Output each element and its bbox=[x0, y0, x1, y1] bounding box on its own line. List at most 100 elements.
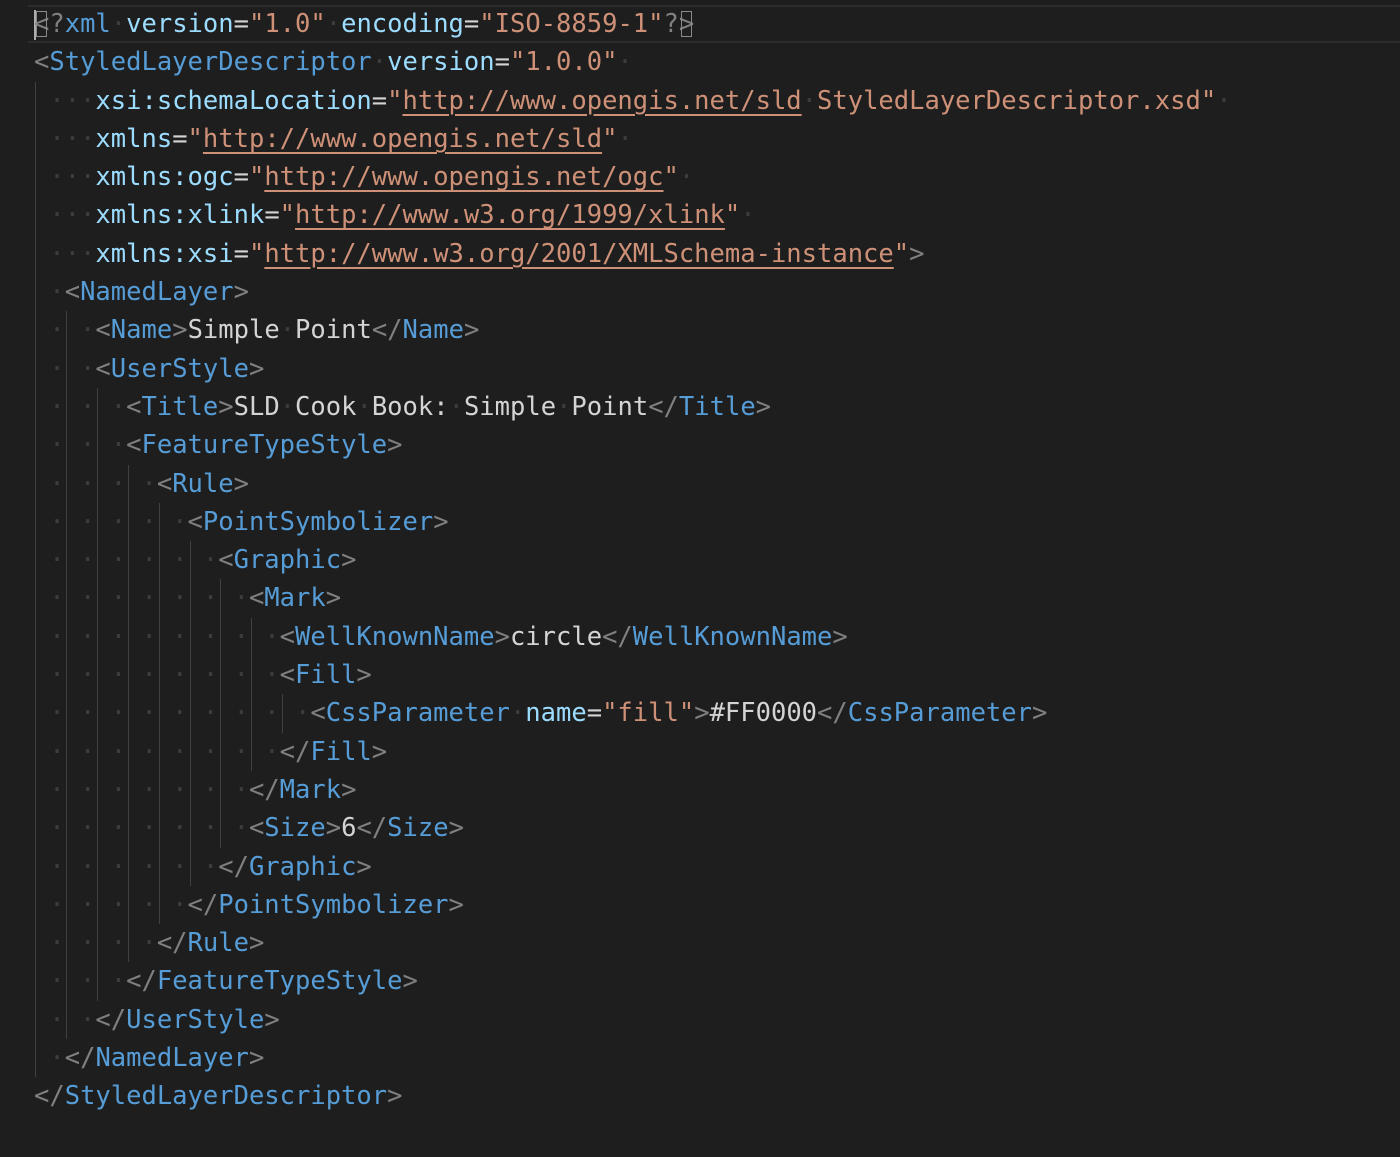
attribute-name: version bbox=[126, 9, 234, 39]
code-line[interactable]: · · · · · · · ·</Fill> bbox=[34, 732, 1232, 771]
punctuation: > bbox=[909, 238, 925, 269]
bracket-match: > bbox=[678, 9, 695, 39]
indent-guide bbox=[127, 809, 129, 848]
indent-guide bbox=[35, 273, 36, 312]
indent-guide bbox=[65, 464, 67, 503]
code-line[interactable]: · · · · · · ·</Mark> bbox=[34, 770, 1232, 810]
indent-whitespace: · · · · · bbox=[34, 506, 188, 537]
text-content: SLD bbox=[233, 391, 280, 422]
punctuation: > bbox=[448, 889, 464, 920]
punctuation: > bbox=[402, 966, 418, 997]
code-line[interactable]: · · · · · · ·<Mark> bbox=[34, 579, 1232, 618]
code-lines[interactable]: <?xml·version="1.0"·encoding="ISO-8859-1… bbox=[34, 5, 1232, 1116]
indent-guide bbox=[96, 924, 98, 963]
code-line[interactable]: · · · · · · · · ·<CssParameter·name="fil… bbox=[34, 694, 1232, 733]
indent-guide bbox=[158, 579, 160, 618]
code-line[interactable]: · · · · · · ·<Size>6</Size> bbox=[34, 809, 1232, 848]
code-line[interactable]: ·<NamedLayer> bbox=[34, 273, 1232, 312]
code-line[interactable]: · · ·<Title>SLD·Cook·Book:·Simple·Point<… bbox=[34, 387, 1232, 427]
indent-guide bbox=[35, 234, 36, 274]
indent-guide bbox=[127, 656, 129, 695]
indent-guide bbox=[35, 656, 36, 695]
code-line[interactable]: ···xmlns="http://www.opengis.net/sld"· bbox=[34, 119, 1232, 159]
indent-guide bbox=[35, 847, 36, 886]
code-line[interactable]: · · · · ·</PointSymbolizer> bbox=[34, 885, 1232, 925]
tag-name: Graphic bbox=[248, 851, 357, 882]
code-line[interactable]: · ·<UserStyle> bbox=[34, 349, 1232, 388]
whitespace-marker: · bbox=[448, 391, 464, 422]
indent-guide bbox=[220, 617, 222, 657]
tag-name: Name bbox=[402, 315, 464, 346]
code-line[interactable]: ···xmlns:ogc="http://www.opengis.net/ogc… bbox=[34, 158, 1232, 197]
string-value: " bbox=[248, 162, 265, 193]
code-line[interactable]: </StyledLayerDescriptor> bbox=[34, 1077, 1232, 1115]
string-value: StyledLayerDescriptor.xsd" bbox=[817, 85, 1217, 116]
indent-guide bbox=[35, 579, 36, 618]
punctuation: > bbox=[463, 315, 480, 346]
indent-guide bbox=[96, 656, 98, 695]
text-content: = bbox=[264, 200, 280, 231]
punctuation: > bbox=[356, 660, 372, 691]
url-link[interactable]: http://www.opengis.net/ogc bbox=[264, 162, 663, 192]
code-line[interactable]: ···xmlns:xlink="http://www.w3.org/1999/x… bbox=[34, 196, 1232, 235]
attribute-name: xmlns:xsi bbox=[95, 238, 234, 269]
punctuation: < bbox=[248, 813, 265, 844]
indent-guide bbox=[127, 694, 129, 733]
whitespace-marker: · bbox=[617, 123, 633, 154]
url-link[interactable]: http://www.opengis.net/sld bbox=[402, 86, 801, 116]
code-line[interactable]: · · ·<FeatureTypeStyle> bbox=[34, 426, 1232, 465]
code-line[interactable]: · ·<Name>Simple·Point</Name> bbox=[34, 311, 1232, 350]
punctuation: </ bbox=[126, 966, 157, 997]
code-line[interactable]: · ·</UserStyle> bbox=[34, 1000, 1232, 1040]
punctuation: </ bbox=[248, 774, 280, 805]
whitespace-marker: · bbox=[801, 85, 818, 116]
indent-guide bbox=[65, 962, 67, 1001]
attribute-name: version bbox=[387, 47, 495, 78]
code-line[interactable]: · · ·</FeatureTypeStyle> bbox=[34, 962, 1232, 1001]
text-content: = bbox=[586, 698, 603, 729]
code-line[interactable]: · · · · · · · ·<Fill> bbox=[34, 656, 1232, 695]
code-line[interactable]: · · · ·</Rule> bbox=[34, 924, 1232, 963]
indent-guide bbox=[35, 885, 36, 925]
indent-guide bbox=[35, 426, 36, 465]
indent-guide bbox=[158, 885, 160, 925]
indent-guide bbox=[251, 694, 253, 733]
text-content: = bbox=[494, 47, 510, 78]
text-content: = bbox=[371, 85, 388, 116]
code-line[interactable]: <StyledLayerDescriptor·version="1.0.0"· bbox=[34, 43, 1232, 81]
code-line[interactable]: · · · · · ·<Graphic> bbox=[34, 541, 1232, 580]
indent-guide bbox=[158, 694, 160, 733]
indent-guide bbox=[35, 81, 36, 120]
code-line[interactable]: <?xml·version="1.0"·encoding="ISO-8859-1… bbox=[34, 5, 1232, 43]
code-line[interactable]: ·</NamedLayer> bbox=[34, 1039, 1232, 1078]
tag-name: StyledLayerDescriptor bbox=[49, 47, 372, 78]
indent-whitespace: · · · · · · · · bbox=[34, 660, 280, 691]
punctuation: > bbox=[1031, 698, 1048, 729]
url-link[interactable]: http://www.opengis.net/sld bbox=[203, 124, 602, 154]
punctuation: </ bbox=[187, 889, 219, 920]
code-line[interactable]: ···xsi:schemaLocation="http://www.opengi… bbox=[34, 81, 1232, 120]
tag-name: FeatureTypeStyle bbox=[141, 430, 388, 461]
url-link[interactable]: http://www.w3.org/2001/XMLSchema-instanc… bbox=[264, 239, 893, 269]
indent-guide bbox=[65, 732, 67, 771]
whitespace-marker: · bbox=[356, 391, 372, 422]
code-editor[interactable]: <?xml·version="1.0"·encoding="ISO-8859-1… bbox=[0, 0, 1400, 1157]
code-line[interactable]: · · · ·<Rule> bbox=[34, 464, 1232, 503]
code-line[interactable]: · · · · ·<PointSymbolizer> bbox=[34, 502, 1232, 542]
code-line[interactable]: ···xmlns:xsi="http://www.w3.org/2001/XML… bbox=[34, 234, 1232, 274]
code-line[interactable]: · · · · · ·</Graphic> bbox=[34, 847, 1232, 886]
text-content: = bbox=[172, 123, 188, 154]
indent-guide bbox=[96, 464, 98, 503]
url-link[interactable]: http://www.w3.org/1999/xlink bbox=[295, 200, 725, 230]
punctuation: > bbox=[233, 468, 249, 499]
indent-whitespace: · · · bbox=[34, 430, 127, 461]
whitespace-marker: · bbox=[678, 162, 695, 193]
code-line[interactable]: · · · · · · · ·<WellKnownName>circle</We… bbox=[34, 617, 1232, 657]
indent-guide bbox=[96, 426, 98, 465]
indent-guide bbox=[96, 541, 98, 580]
indent-whitespace: · bbox=[34, 1043, 65, 1074]
tag-name: Rule bbox=[172, 468, 234, 499]
text-content: Point bbox=[295, 315, 372, 346]
indent-guide bbox=[65, 387, 67, 427]
indent-whitespace: · · bbox=[34, 315, 96, 346]
